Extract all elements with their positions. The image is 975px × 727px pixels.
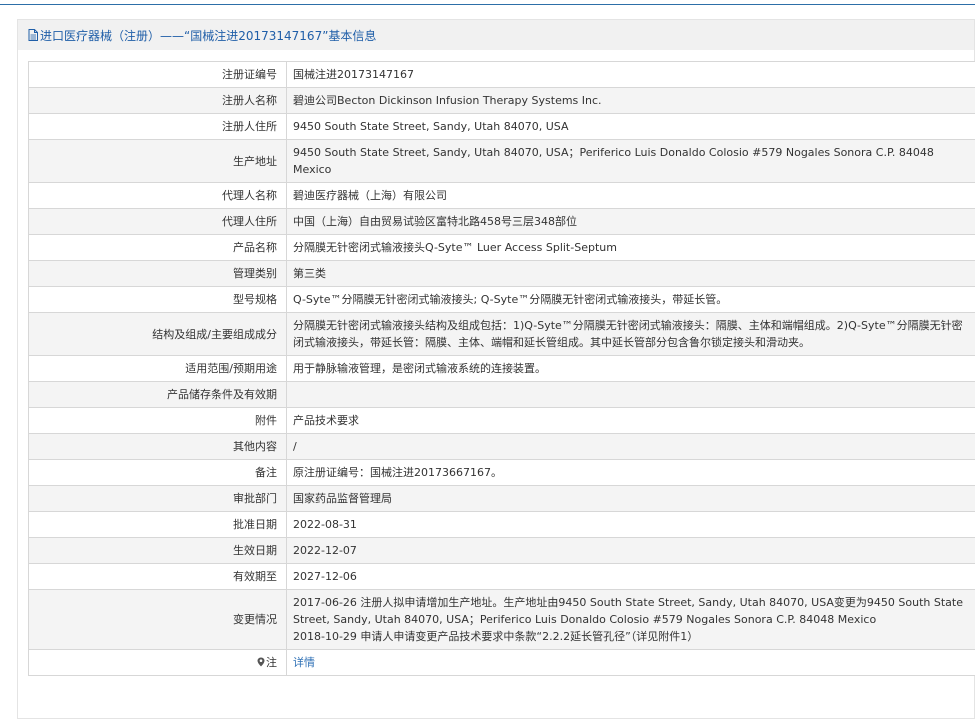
table-row: 适用范围/预期用途 用于静脉输液管理，是密闭式输液系统的连接装置。 <box>28 355 975 382</box>
row-label: 有效期至 <box>28 563 287 590</box>
table-row: 注册证编号 国械注进20173147167 <box>28 61 975 88</box>
row-label: 备注 <box>28 459 287 486</box>
row-value: / <box>286 433 975 460</box>
row-value: 中国（上海）自由贸易试验区富特北路458号三层348部位 <box>286 208 975 235</box>
table-row: 生产地址 9450 South State Street, Sandy, Utah… <box>28 139 975 183</box>
row-label: 审批部门 <box>28 485 287 512</box>
row-label: 型号规格 <box>28 286 287 313</box>
change-row: 变更情况 2017-06-26 注册人拟申请增加生产地址。生产地址由9450 S… <box>28 589 975 650</box>
table-row: 附件 产品技术要求 <box>28 407 975 434</box>
table-row: 批准日期 2022-08-31 <box>28 511 975 538</box>
table-row: 代理人名称 碧迪医疗器械（上海）有限公司 <box>28 182 975 209</box>
row-label: 附件 <box>28 407 287 434</box>
table-row: 注册人名称 碧迪公司Becton Dickinson Infusion Thera… <box>28 87 975 114</box>
info-table-body: 注册证编号 国械注进20173147167 注册人名称 碧迪公司Becton Dic… <box>28 61 975 676</box>
row-value: 分隔膜无针密闭式输液接头Q-Syte™ Luer Access Split-Se… <box>286 234 975 261</box>
info-panel: 进口医疗器械（注册）——“国械注进20173147167”基本信息 注册证编号国… <box>17 19 975 719</box>
row-value: 用于静脉输液管理，是密闭式输液系统的连接装置。 <box>286 355 975 382</box>
document-icon <box>28 29 38 41</box>
row-value: 2022-12-07 <box>286 537 975 564</box>
change-entry: 2017-06-26 注册人拟申请增加生产地址。生产地址由9450 South … <box>293 596 963 626</box>
row-label: 生产地址 <box>28 139 287 183</box>
row-label: 其他内容 <box>28 433 287 460</box>
row-label: 注册证编号 <box>28 61 287 88</box>
map-pin-icon <box>257 657 265 667</box>
table-row: 备注 原注册证编号：国械注进20173667167。 <box>28 459 975 486</box>
row-label: 产品储存条件及有效期 <box>28 381 287 408</box>
row-label: 代理人住所 <box>28 208 287 235</box>
change-history: 2017-06-26 注册人拟申请增加生产地址。生产地址由9450 South … <box>286 589 975 650</box>
note-label: 注 <box>266 656 277 669</box>
table-row: 管理类别 第三类 <box>28 260 975 287</box>
table-row: 型号规格 Q-Syte™分隔膜无针密闭式输液接头; Q-Syte™分隔膜无针密闭式… <box>28 286 975 313</box>
note-label-cell: 注 <box>28 649 287 676</box>
table-row: 结构及组成/主要组成成分 分隔膜无针密闭式输液接头结构及组成包括：1)Q-Syte… <box>28 312 975 356</box>
table-row: 代理人住所 中国（上海）自由贸易试验区富特北路458号三层348部位 <box>28 208 975 235</box>
row-value: 原注册证编号：国械注进20173667167。 <box>286 459 975 486</box>
info-table: 注册证编号 国械注进20173147167 注册人名称 碧迪公司Becton Dic… <box>28 61 975 676</box>
panel-header: 进口医疗器械（注册）——“国械注进20173147167”基本信息 <box>18 20 974 50</box>
row-value: 2022-08-31 <box>286 511 975 538</box>
row-label: 注册人名称 <box>28 87 287 114</box>
row-label: 适用范围/预期用途 <box>28 355 287 382</box>
row-value: 2027-12-06 <box>286 563 975 590</box>
row-label: 生效日期 <box>28 537 287 564</box>
row-value: 国械注进20173147167 <box>286 61 975 88</box>
row-value: 国家药品监督管理局 <box>286 485 975 512</box>
row-value: 产品技术要求 <box>286 407 975 434</box>
details-link[interactable]: 详情 <box>293 656 315 669</box>
row-value: 9450 South State Street, Sandy, Utah 840… <box>286 139 975 183</box>
row-value: Q-Syte™分隔膜无针密闭式输液接头; Q-Syte™分隔膜无针密闭式输液接头… <box>286 286 975 313</box>
row-label: 管理类别 <box>28 260 287 287</box>
table-row: 生效日期 2022-12-07 <box>28 537 975 564</box>
row-value: 分隔膜无针密闭式输液接头结构及组成包括：1)Q-Syte™分隔膜无针密闭式输液接… <box>286 312 975 356</box>
row-label: 注册人住所 <box>28 113 287 140</box>
row-value: 碧迪公司Becton Dickinson Infusion Therapy Sy… <box>286 87 975 114</box>
change-entry: 2018-10-29 申请人申请变更产品技术要求中条款“2.2.2延长管孔径”（… <box>293 630 699 643</box>
top-divider <box>0 0 975 5</box>
row-label: 产品名称 <box>28 234 287 261</box>
row-label: 代理人名称 <box>28 182 287 209</box>
row-label: 结构及组成/主要组成成分 <box>28 312 287 356</box>
note-value: 详情 <box>286 649 975 676</box>
table-row: 有效期至 2027-12-06 <box>28 563 975 590</box>
row-label: 变更情况 <box>28 589 287 650</box>
table-row: 审批部门 国家药品监督管理局 <box>28 485 975 512</box>
table-row: 产品储存条件及有效期 <box>28 381 975 408</box>
row-label: 批准日期 <box>28 511 287 538</box>
row-value: 碧迪医疗器械（上海）有限公司 <box>286 182 975 209</box>
row-value: 9450 South State Street, Sandy, Utah 840… <box>286 113 975 140</box>
row-value <box>286 381 975 408</box>
table-row: 其他内容 / <box>28 433 975 460</box>
note-row: 注 详情 <box>28 649 975 676</box>
table-row: 注册人住所 9450 South State Street, Sandy, Uta… <box>28 113 975 140</box>
row-value: 第三类 <box>286 260 975 287</box>
page-title: 进口医疗器械（注册）——“国械注进20173147167”基本信息 <box>40 28 377 43</box>
table-row: 产品名称 分隔膜无针密闭式输液接头Q-Syte™ Luer Access Spli… <box>28 234 975 261</box>
